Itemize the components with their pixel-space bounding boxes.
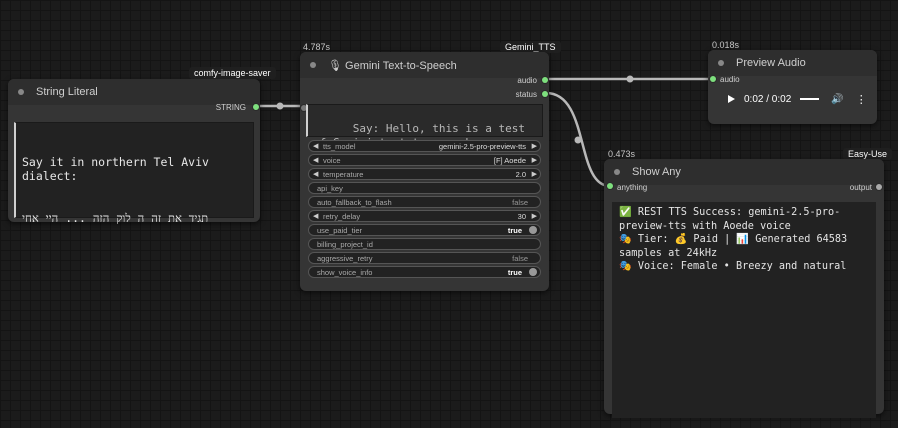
link-midpoint: [626, 75, 634, 83]
node-badge: comfy-image-saver: [189, 67, 276, 79]
widget-value: true: [507, 226, 522, 235]
collapse-dot-icon[interactable]: [718, 60, 724, 66]
text-line-hebrew: תגיד את זה ה לוק הזה ... היי אחי: [22, 211, 209, 225]
widget-label: voice: [323, 156, 341, 165]
show-any-output-text[interactable]: ✅ REST TTS Success: gemini-2.5-pro-previ…: [612, 202, 876, 418]
temperature-number[interactable]: ◀ temperature 2.0 ▶: [308, 168, 541, 180]
collapse-dot-icon[interactable]: [614, 169, 620, 175]
link-midpoint: [574, 136, 582, 144]
input-label: anything: [617, 183, 648, 192]
show-voice-info-toggle[interactable]: show_voice_info true: [308, 266, 541, 278]
widget-label: auto_fallback_to_flash: [317, 198, 392, 207]
auto-fallback-toggle[interactable]: auto_fallback_to_flash false: [308, 196, 541, 208]
widget-value: false: [512, 198, 528, 207]
widget-label: aggressive_retry: [317, 254, 373, 263]
arrow-left-icon[interactable]: ◀: [313, 170, 318, 178]
widget-label: show_voice_info: [317, 268, 373, 277]
output-line: 🎭 Tier: 💰 Paid | 📊 Generated 64583 sampl…: [619, 234, 854, 259]
widget-label: billing_project_id: [317, 240, 373, 249]
status-output-port[interactable]: [542, 91, 548, 97]
arrow-right-icon[interactable]: ▶: [532, 212, 537, 220]
widget-label: use_paid_tier: [317, 226, 363, 235]
toggle-knob-icon[interactable]: [529, 268, 537, 276]
widget-value: 30: [517, 212, 526, 221]
play-icon[interactable]: [728, 95, 735, 103]
tts-text-input[interactable]: Say: Hello, this is a test of Gemini tex…: [306, 104, 543, 149]
show-any-node[interactable]: Show Any anything output ✅ REST TTS Succ…: [604, 159, 884, 418]
arrow-right-icon[interactable]: ▶: [532, 170, 537, 178]
audio-input-port[interactable]: [710, 76, 716, 82]
widget-value: 2.0: [515, 170, 526, 179]
audio-output-port[interactable]: [542, 77, 548, 83]
widget-label: retry_delay: [323, 212, 361, 221]
anything-input-port[interactable]: [607, 183, 613, 189]
output-label: output: [849, 183, 872, 192]
arrow-right-icon[interactable]: ▶: [532, 156, 537, 164]
node-header[interactable]: 🎙 Gemini Text-to-Speech: [300, 52, 549, 78]
widget-label: temperature: [323, 170, 364, 179]
retry-delay-number[interactable]: ◀ retry_delay 30 ▶: [308, 210, 541, 222]
tts-model-combo[interactable]: ◀ tts_model gemini-2.5-pro-preview-tts ▶: [308, 140, 541, 152]
node-title: Preview Audio: [736, 57, 806, 69]
widget-label: api_key: [317, 184, 343, 193]
aggressive-retry-toggle[interactable]: aggressive_retry false: [308, 252, 541, 264]
api-key-field[interactable]: api_key: [308, 182, 541, 194]
arrow-left-icon[interactable]: ◀: [313, 212, 318, 220]
node-header[interactable]: Preview Audio: [708, 50, 877, 76]
node-header[interactable]: Show Any: [604, 159, 884, 185]
string-text-input[interactable]: Say it in northern Tel Aviv dialect: תגי…: [14, 122, 254, 225]
audio-progress-bar[interactable]: [800, 98, 820, 100]
widget-value: false: [512, 254, 528, 263]
more-options-icon[interactable]: ⋮: [856, 93, 867, 106]
status-output-label: status: [515, 90, 537, 99]
input-label: audio: [720, 75, 740, 84]
audio-output-label: audio: [517, 76, 537, 85]
arrow-left-icon[interactable]: ◀: [313, 142, 318, 150]
arrow-right-icon[interactable]: ▶: [532, 142, 537, 150]
use-paid-tier-toggle[interactable]: use_paid_tier true: [308, 224, 541, 236]
node-title: Show Any: [632, 166, 681, 178]
gemini-tts-node[interactable]: 🎙 Gemini Text-to-Speech audio status Say…: [300, 52, 549, 291]
collapse-dot-icon[interactable]: [310, 62, 316, 68]
string-output-port[interactable]: [253, 104, 259, 110]
node-title: 🎙 Gemini Text-to-Speech: [328, 60, 457, 72]
widget-value: [F] Aoede: [493, 156, 526, 165]
billing-project-field[interactable]: billing_project_id: [308, 238, 541, 250]
link-midpoint: [276, 102, 284, 110]
widget-value: true: [507, 268, 522, 277]
widget-label: tts_model: [323, 142, 356, 151]
output-line: ✅ REST TTS Success: gemini-2.5-pro-previ…: [619, 207, 841, 232]
audio-player[interactable]: 0:02 / 0:02 🔊 ⋮: [716, 84, 872, 114]
toggle-knob-icon[interactable]: [529, 226, 537, 234]
node-icon: 🎙: [328, 60, 346, 72]
output-label: STRING: [215, 103, 246, 112]
node-title: String Literal: [36, 86, 98, 98]
execution-time: 4.787s: [303, 42, 331, 52]
output-line: 🎭 Voice: Female • Breezy and natural: [619, 261, 847, 272]
voice-combo[interactable]: ◀ voice [F] Aoede ▶: [308, 154, 541, 166]
string-literal-node[interactable]: String Literal STRING Say it in northern…: [8, 79, 260, 225]
text-line: Say it in northern Tel Aviv dialect:: [22, 155, 216, 183]
arrow-left-icon[interactable]: ◀: [313, 156, 318, 164]
volume-icon[interactable]: 🔊: [831, 94, 843, 105]
execution-time: 0.018s: [712, 40, 740, 50]
output-port[interactable]: [876, 184, 882, 190]
execution-time: 0.473s: [608, 149, 636, 159]
widget-value: gemini-2.5-pro-preview-tts: [438, 142, 526, 151]
preview-audio-node[interactable]: Preview Audio audio 0:02 / 0:02 🔊 ⋮: [708, 50, 877, 124]
graph-canvas[interactable]: String Literal STRING Say it in northern…: [0, 0, 898, 428]
audio-time: 0:02 / 0:02: [744, 93, 792, 105]
node-header[interactable]: String Literal: [8, 79, 260, 105]
collapse-dot-icon[interactable]: [18, 89, 24, 95]
